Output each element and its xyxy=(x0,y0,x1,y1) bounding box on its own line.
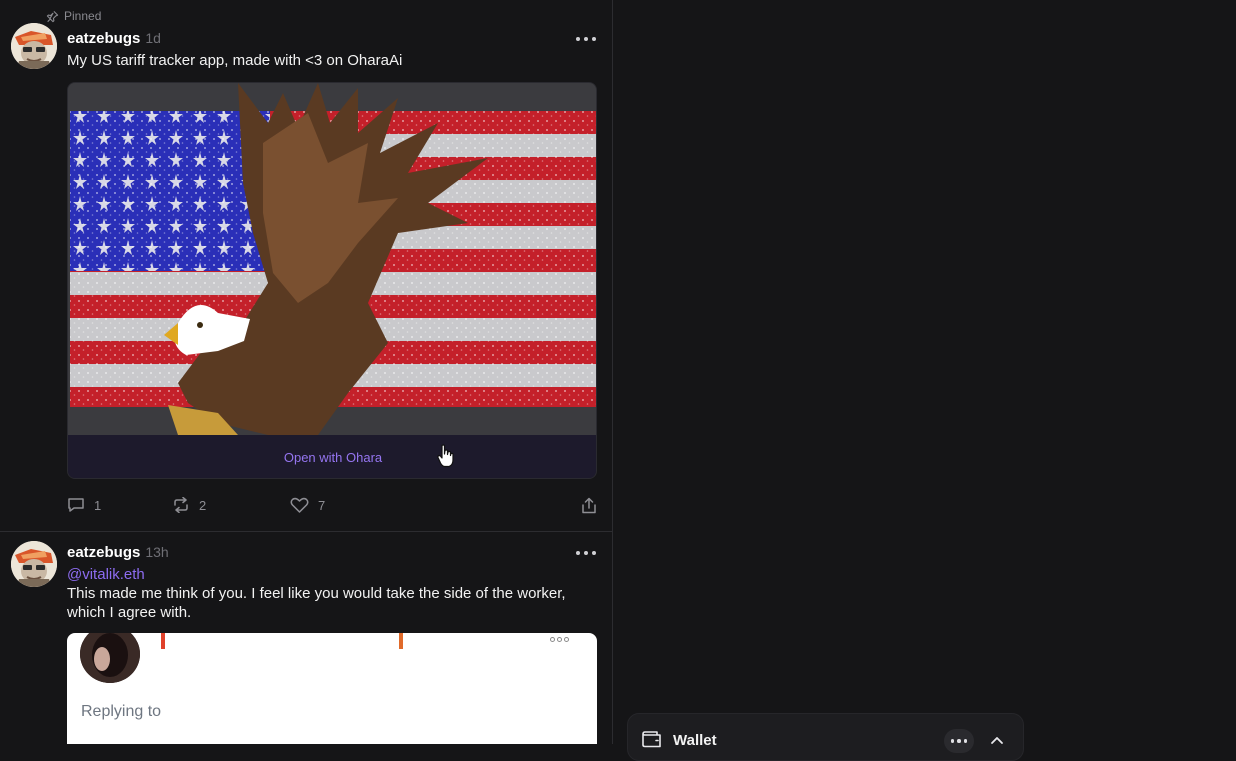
mention-link[interactable]: @vitalik.eth xyxy=(67,565,145,584)
reply-button[interactable]: 1 xyxy=(67,497,101,513)
feed-column: Pinned eatzebugs 1d My US tariff tracker… xyxy=(0,0,613,744)
pin-icon xyxy=(46,10,59,23)
recast-count: 2 xyxy=(199,497,207,513)
recast-icon xyxy=(172,497,190,513)
chevron-up-icon xyxy=(990,732,1004,750)
reply-count: 1 xyxy=(94,497,102,513)
post-header: eatzebugs 13h xyxy=(67,544,169,561)
share-icon xyxy=(581,497,597,514)
author-avatar[interactable] xyxy=(11,541,57,587)
quoted-more-icon[interactable] xyxy=(550,637,569,642)
post-text: This made me think of you. I feel like y… xyxy=(67,585,566,621)
post-actions: 1 2 7 xyxy=(67,497,597,517)
pinned-indicator: Pinned xyxy=(46,9,101,23)
post-header: eatzebugs 1d xyxy=(67,30,161,47)
replying-to-label: Replying to xyxy=(81,703,162,720)
author-name[interactable]: eatzebugs xyxy=(67,544,140,561)
post-timestamp[interactable]: 1d xyxy=(145,30,161,46)
embed-image[interactable] xyxy=(68,83,596,435)
decorative-stripe xyxy=(161,633,165,649)
wallet-panel[interactable]: Wallet xyxy=(627,713,1024,761)
decorative-stripe xyxy=(399,633,403,649)
author-name[interactable]: eatzebugs xyxy=(67,30,140,47)
quoted-post-card[interactable]: Replying to xyxy=(67,633,597,744)
wallet-more-button[interactable] xyxy=(944,729,974,753)
wallet-label: Wallet xyxy=(673,732,717,749)
heart-icon xyxy=(290,497,309,513)
like-button[interactable]: 7 xyxy=(290,497,325,513)
share-button[interactable] xyxy=(581,497,597,514)
open-with-ohara-button[interactable]: Open with Ohara xyxy=(68,435,596,478)
pinned-label: Pinned xyxy=(64,9,102,23)
quoted-avatar xyxy=(80,633,140,683)
post-divider xyxy=(0,531,612,532)
like-count: 7 xyxy=(318,497,326,513)
post-timestamp[interactable]: 13h xyxy=(145,544,168,560)
wallet-icon xyxy=(641,730,663,753)
recast-button[interactable]: 2 xyxy=(172,497,206,513)
post-more-button[interactable] xyxy=(574,545,598,561)
post-more-button[interactable] xyxy=(574,31,598,47)
wallet-collapse-button[interactable] xyxy=(984,729,1010,753)
right-pane xyxy=(614,0,1236,744)
comment-icon xyxy=(67,497,85,513)
author-avatar[interactable] xyxy=(11,23,57,69)
post-text: My US tariff tracker app, made with <3 o… xyxy=(67,52,403,69)
embed-card[interactable]: Open with Ohara xyxy=(67,82,597,479)
